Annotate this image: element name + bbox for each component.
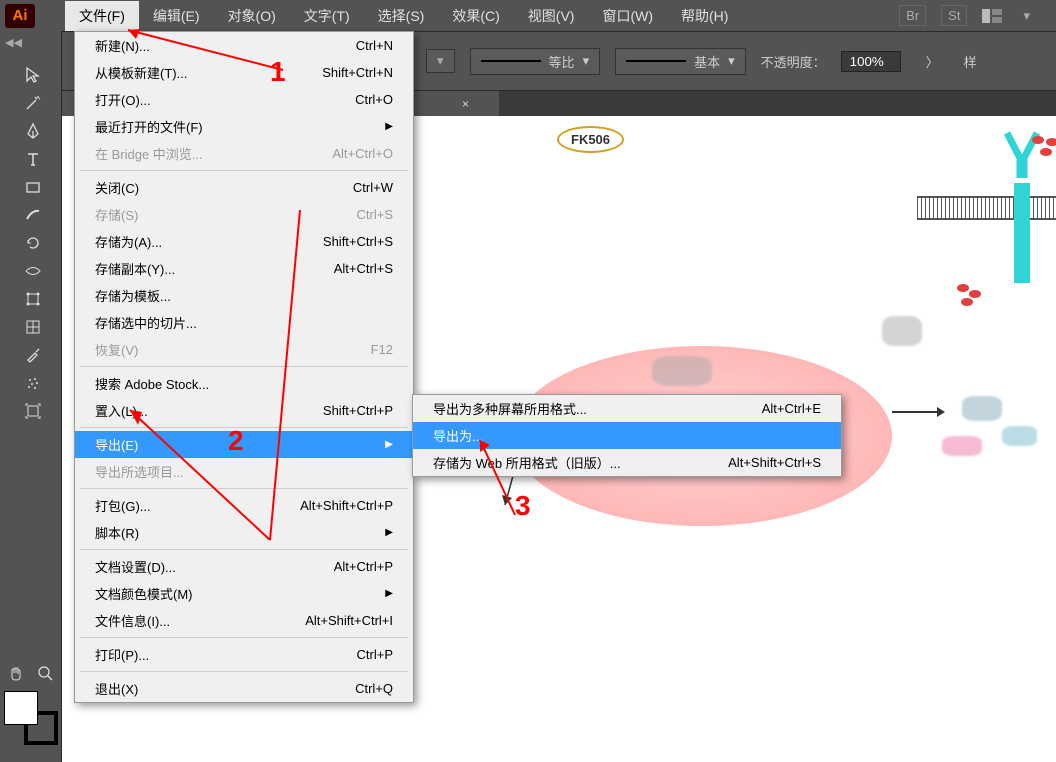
selection-tool[interactable] bbox=[5, 62, 61, 88]
hand-tool[interactable] bbox=[3, 661, 29, 687]
menu-item-: 导出所选项目... bbox=[75, 458, 413, 485]
menu-view[interactable]: 视图(V) bbox=[514, 1, 589, 31]
menu-separator bbox=[80, 427, 408, 428]
opacity-label: 不透明度： bbox=[761, 52, 826, 71]
eyedropper-tool[interactable] bbox=[5, 342, 61, 368]
menu-separator bbox=[80, 671, 408, 672]
menu-item-E[interactable]: 导出(E)▶ bbox=[75, 431, 413, 458]
menu-separator bbox=[80, 637, 408, 638]
menubar: Ai 文件(F) 编辑(E) 对象(O) 文字(T) 选择(S) 效果(C) 视… bbox=[0, 0, 1056, 31]
submenu-item-Web[interactable]: 存储为 Web 所用格式（旧版）...Alt+Shift+Ctrl+S bbox=[413, 449, 841, 476]
menu-select[interactable]: 选择(S) bbox=[364, 1, 439, 31]
opacity-input[interactable] bbox=[841, 51, 901, 72]
menu-effect[interactable]: 效果(C) bbox=[438, 1, 513, 31]
menu-help[interactable]: 帮助(H) bbox=[667, 1, 742, 31]
menu-item-[interactable]: 存储为模板... bbox=[75, 282, 413, 309]
fk506-label: FK506 bbox=[557, 126, 624, 153]
bridge-icon[interactable]: Br bbox=[899, 5, 926, 26]
menubar-right: Br St ▾ bbox=[899, 5, 1056, 26]
rectangle-tool[interactable] bbox=[5, 174, 61, 200]
blob bbox=[1002, 426, 1037, 446]
menu-item-T[interactable]: 从模板新建(T)...Shift+Ctrl+N bbox=[75, 59, 413, 86]
menu-item-C[interactable]: 关闭(C)Ctrl+W bbox=[75, 174, 413, 201]
menu-separator bbox=[80, 549, 408, 550]
stroke-profile-dropdown[interactable]: 等比 ▾ bbox=[470, 48, 601, 75]
receptor-graphic bbox=[1002, 128, 1042, 288]
style-label: 样 bbox=[964, 52, 977, 71]
stock-icon[interactable]: St bbox=[941, 5, 967, 26]
symbol-sprayer-tool[interactable] bbox=[5, 370, 61, 396]
menu-item-[interactable]: 存储选中的切片... bbox=[75, 309, 413, 336]
menu-item-L[interactable]: 置入(L)...Shift+Ctrl+P bbox=[75, 397, 413, 424]
magic-wand-tool[interactable] bbox=[5, 90, 61, 116]
rotate-tool[interactable] bbox=[5, 230, 61, 256]
menu-separator bbox=[80, 366, 408, 367]
menu-item-R[interactable]: 脚本(R)▶ bbox=[75, 519, 413, 546]
blob bbox=[942, 436, 982, 456]
brush-dropdown[interactable]: 基本 ▾ bbox=[615, 48, 746, 75]
menu-item-Y[interactable]: 存储副本(Y)...Alt+Ctrl+S bbox=[75, 255, 413, 282]
menu-separator bbox=[80, 170, 408, 171]
app-logo: Ai bbox=[5, 4, 35, 28]
menu-item-F[interactable]: 最近打开的文件(F)▶ bbox=[75, 113, 413, 140]
brush-tool[interactable] bbox=[5, 202, 61, 228]
menu-item-D[interactable]: 文档设置(D)...Alt+Ctrl+P bbox=[75, 553, 413, 580]
blob bbox=[882, 316, 922, 346]
menu-item-AdobeStock[interactable]: 搜索 Adobe Stock... bbox=[75, 370, 413, 397]
width-tool[interactable] bbox=[5, 258, 61, 284]
next-icon[interactable]: 〉 bbox=[926, 52, 939, 71]
menu-file[interactable]: 文件(F) bbox=[65, 1, 139, 31]
menu-item-I[interactable]: 文件信息(I)...Alt+Shift+Ctrl+I bbox=[75, 607, 413, 634]
blob bbox=[652, 356, 712, 386]
chevron-down-icon[interactable]: ▾ bbox=[1017, 6, 1036, 26]
tools-panel: ◀◀ bbox=[0, 31, 62, 762]
stroke-dropdown[interactable]: ▾ bbox=[426, 49, 455, 73]
mesh-tool[interactable] bbox=[5, 314, 61, 340]
blob bbox=[962, 396, 1002, 421]
menu-item-V: 恢复(V)F12 bbox=[75, 336, 413, 363]
menu-item-O[interactable]: 打开(O)...Ctrl+O bbox=[75, 86, 413, 113]
menu-item-A[interactable]: 存储为(A)...Shift+Ctrl+S bbox=[75, 228, 413, 255]
menu-window[interactable]: 窗口(W) bbox=[588, 1, 667, 31]
file-menu-dropdown: 新建(N)...Ctrl+N从模板新建(T)...Shift+Ctrl+N打开(… bbox=[74, 31, 414, 703]
fill-stroke-swatch[interactable] bbox=[4, 691, 60, 747]
menu-text[interactable]: 文字(T) bbox=[290, 1, 364, 31]
submenu-item-[interactable]: 导出为... bbox=[413, 422, 841, 449]
layout-icon[interactable] bbox=[982, 9, 1002, 23]
menu-item-G[interactable]: 打包(G)...Alt+Shift+Ctrl+P bbox=[75, 492, 413, 519]
menu-item-S: 存储(S)Ctrl+S bbox=[75, 201, 413, 228]
submenu-item-[interactable]: 导出为多种屏幕所用格式...Alt+Ctrl+E bbox=[413, 395, 841, 422]
export-submenu: 导出为多种屏幕所用格式...Alt+Ctrl+E导出为...存储为 Web 所用… bbox=[412, 394, 842, 477]
type-tool[interactable] bbox=[5, 146, 61, 172]
pen-tool[interactable] bbox=[5, 118, 61, 144]
close-icon[interactable]: × bbox=[462, 97, 469, 111]
menu-item-Bridge: 在 Bridge 中浏览...Alt+Ctrl+O bbox=[75, 140, 413, 167]
menu-object[interactable]: 对象(O) bbox=[214, 1, 290, 31]
menu-edit[interactable]: 编辑(E) bbox=[139, 1, 214, 31]
nucleus-arrow bbox=[892, 411, 942, 413]
artboard-tool[interactable] bbox=[5, 398, 61, 424]
menu-item-N[interactable]: 新建(N)...Ctrl+N bbox=[75, 32, 413, 59]
menu-item-P[interactable]: 打印(P)...Ctrl+P bbox=[75, 641, 413, 668]
free-transform-tool[interactable] bbox=[5, 286, 61, 312]
menu-item-X[interactable]: 退出(X)Ctrl+Q bbox=[75, 675, 413, 702]
menu-separator bbox=[80, 488, 408, 489]
menu-item-M[interactable]: 文档颜色模式(M)▶ bbox=[75, 580, 413, 607]
zoom-tool[interactable] bbox=[33, 661, 59, 687]
